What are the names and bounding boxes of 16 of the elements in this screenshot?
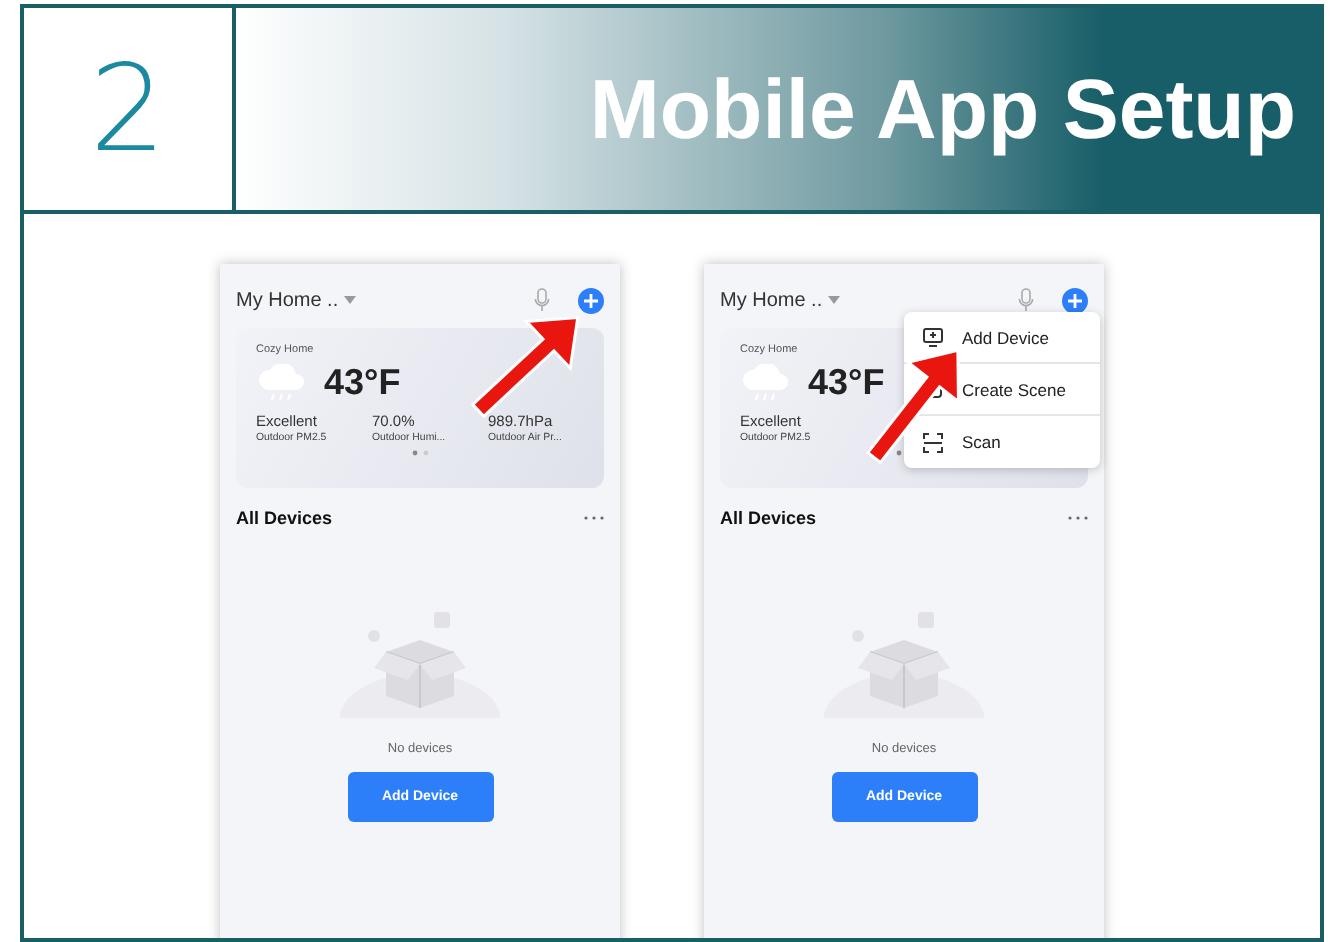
device-add-icon (922, 326, 944, 348)
page-dots-icon (411, 450, 429, 456)
page-title: Mobile App Setup (589, 61, 1296, 157)
temperature: 43°F (808, 362, 885, 404)
section-title: All Devices (720, 508, 817, 528)
dropdown-caret-icon[interactable] (344, 296, 357, 304)
scan-icon (922, 431, 944, 453)
dropdown-caret-icon[interactable] (828, 296, 841, 304)
microphone-icon[interactable] (534, 288, 550, 312)
temperature: 43°F (324, 362, 401, 404)
home-selector[interactable]: My Home .. (236, 289, 339, 311)
add-icon[interactable] (578, 287, 604, 313)
add-icon[interactable] (1062, 287, 1088, 313)
home-selector[interactable]: My Home .. (720, 289, 823, 311)
microphone-icon[interactable] (1018, 288, 1034, 312)
section-title: All Devices (236, 508, 333, 528)
